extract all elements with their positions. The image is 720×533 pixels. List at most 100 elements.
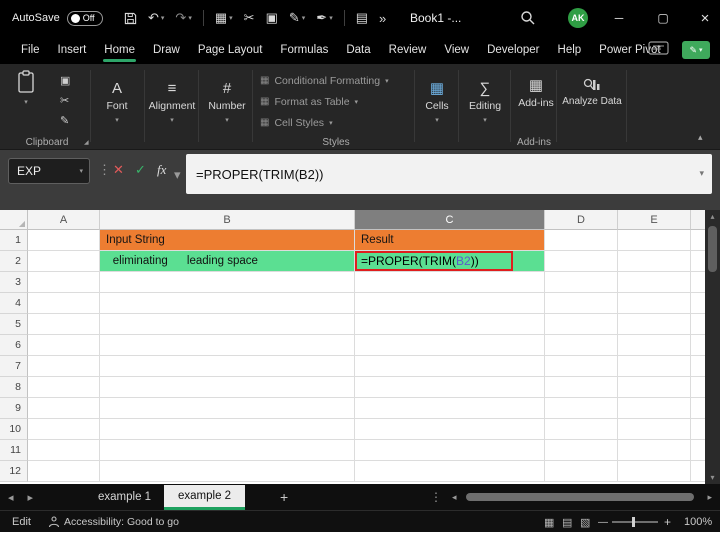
- cell[interactable]: [28, 293, 100, 314]
- name-box[interactable]: EXP ▾: [8, 158, 90, 184]
- minimize-button[interactable]: ─: [600, 0, 638, 36]
- vertical-scrollbar-thumb[interactable]: [708, 226, 717, 272]
- cell[interactable]: [355, 377, 545, 398]
- cell[interactable]: [618, 272, 691, 293]
- cell-A1[interactable]: [28, 230, 100, 251]
- cut-icon[interactable]: ✂: [60, 94, 70, 107]
- column-header-b[interactable]: B: [100, 210, 355, 230]
- cell[interactable]: [545, 293, 618, 314]
- comments-button[interactable]: [648, 41, 670, 58]
- cell[interactable]: [618, 293, 691, 314]
- tab-insert[interactable]: Insert: [49, 38, 96, 64]
- cancel-button[interactable]: ✕: [113, 162, 124, 178]
- autosave-toggle[interactable]: Off: [66, 10, 103, 26]
- horizontal-scrollbar[interactable]: ◂ ▸: [450, 484, 716, 510]
- cell[interactable]: [28, 419, 100, 440]
- formula-bar-grip-icon[interactable]: ⋮: [98, 162, 111, 178]
- paste-special-icon[interactable]: ▣: [60, 74, 70, 87]
- sheet-tab-example-2[interactable]: example 2: [164, 485, 246, 510]
- cell[interactable]: [100, 440, 355, 461]
- cell[interactable]: [100, 356, 355, 377]
- cell[interactable]: [355, 293, 545, 314]
- row-header-3[interactable]: 3: [0, 272, 28, 293]
- column-header-c[interactable]: C: [355, 210, 545, 230]
- cut-button[interactable]: ✂: [244, 10, 255, 26]
- cell[interactable]: [545, 419, 618, 440]
- scrollbar-options-icon[interactable]: ⋮: [430, 484, 442, 510]
- format-as-table-button[interactable]: ▦ Format as Table ▾: [260, 91, 412, 112]
- search-button[interactable]: [520, 10, 538, 28]
- row-header-2[interactable]: 2: [0, 251, 28, 272]
- save-button[interactable]: [124, 12, 137, 25]
- ink-pen-button[interactable]: ✒ ▾: [316, 10, 332, 26]
- cell-C1[interactable]: Result: [355, 230, 545, 251]
- row-header-9[interactable]: 9: [0, 398, 28, 419]
- cell[interactable]: [545, 272, 618, 293]
- cell[interactable]: [618, 398, 691, 419]
- editing-mode-button[interactable]: ✎ ▾: [682, 41, 710, 59]
- restore-button[interactable]: ▢: [644, 0, 682, 36]
- tab-review[interactable]: Review: [380, 38, 436, 64]
- cell[interactable]: [100, 377, 355, 398]
- notebook-button[interactable]: ▤: [356, 10, 368, 26]
- alignment-group-button[interactable]: ≡ Alignment ▾: [146, 70, 198, 134]
- cell[interactable]: [100, 398, 355, 419]
- cell[interactable]: [618, 461, 691, 482]
- collapse-ribbon-button[interactable]: ▴: [698, 132, 703, 143]
- column-header-d[interactable]: D: [545, 210, 618, 230]
- cell-D1[interactable]: [545, 230, 618, 251]
- format-painter-icon[interactable]: ✎: [60, 114, 70, 127]
- cell[interactable]: [618, 314, 691, 335]
- cell[interactable]: [355, 440, 545, 461]
- paste-button[interactable]: ▾: [16, 70, 36, 106]
- previous-sheet-icon[interactable]: ◂: [8, 491, 14, 504]
- insert-function-button[interactable]: fx: [157, 162, 166, 178]
- cell[interactable]: [28, 440, 100, 461]
- tab-view[interactable]: View: [435, 38, 478, 64]
- cell-E1[interactable]: [618, 230, 691, 251]
- cell[interactable]: [618, 419, 691, 440]
- column-header-a[interactable]: A: [28, 210, 100, 230]
- cell[interactable]: [100, 272, 355, 293]
- enter-button[interactable]: ✓: [135, 162, 146, 178]
- cell[interactable]: [618, 440, 691, 461]
- cell-styles-button[interactable]: ▦ Cell Styles ▾: [260, 112, 412, 133]
- row-header-11[interactable]: 11: [0, 440, 28, 461]
- page-layout-view-button[interactable]: ▤: [562, 511, 572, 533]
- zoom-slider[interactable]: [612, 521, 658, 523]
- tab-data[interactable]: Data: [337, 38, 379, 64]
- sheet-tab-example-1[interactable]: example 1: [84, 484, 165, 510]
- scroll-up-icon[interactable]: ▴: [705, 212, 720, 221]
- cell[interactable]: [355, 335, 545, 356]
- accessibility-status[interactable]: Accessibility: Good to go: [64, 511, 179, 533]
- more-commands-button[interactable]: »: [379, 11, 386, 26]
- cell[interactable]: [618, 335, 691, 356]
- row-header-12[interactable]: 12: [0, 461, 28, 482]
- autosave-control[interactable]: AutoSave Off: [12, 0, 103, 36]
- row-header-8[interactable]: 8: [0, 377, 28, 398]
- normal-view-button[interactable]: ▦: [544, 511, 554, 533]
- zoom-out-button[interactable]: —: [598, 511, 608, 533]
- tab-formulas[interactable]: Formulas: [271, 38, 337, 64]
- row-header-4[interactable]: 4: [0, 293, 28, 314]
- cell[interactable]: [355, 419, 545, 440]
- analyze-data-button[interactable]: Analyze Data: [560, 78, 624, 107]
- page-break-view-button[interactable]: ▧: [580, 511, 590, 533]
- cell[interactable]: [545, 440, 618, 461]
- cells-group-button[interactable]: ▦ Cells ▾: [417, 70, 457, 134]
- row-header-6[interactable]: 6: [0, 335, 28, 356]
- tab-developer[interactable]: Developer: [478, 38, 548, 64]
- cell[interactable]: [28, 398, 100, 419]
- cell[interactable]: [100, 314, 355, 335]
- cell[interactable]: [545, 335, 618, 356]
- cell[interactable]: [28, 272, 100, 293]
- cell[interactable]: [618, 377, 691, 398]
- scroll-left-icon[interactable]: ◂: [452, 484, 457, 510]
- formula-input[interactable]: =PROPER(TRIM(B2)) ▾: [186, 154, 712, 194]
- font-group-button[interactable]: A Font ▾: [94, 70, 140, 134]
- close-button[interactable]: ×: [686, 0, 720, 36]
- row-header-7[interactable]: 7: [0, 356, 28, 377]
- cell[interactable]: [545, 356, 618, 377]
- next-sheet-icon[interactable]: ▸: [28, 491, 34, 504]
- format-painter-button[interactable]: ✎ ▾: [289, 10, 305, 26]
